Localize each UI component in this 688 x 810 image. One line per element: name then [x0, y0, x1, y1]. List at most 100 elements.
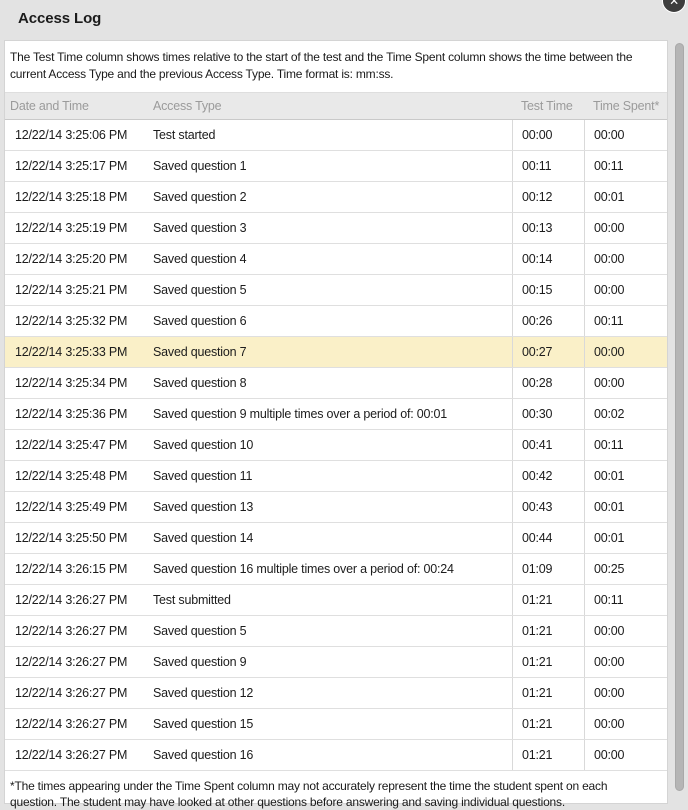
cell-time-spent: 00:11: [584, 430, 667, 460]
scrollbar-track: [668, 40, 688, 808]
table-row: 12/22/14 3:25:47 PM Saved question 10 00…: [5, 430, 667, 461]
cell-time-spent: 00:11: [584, 151, 667, 181]
close-icon: ✕: [669, 0, 679, 8]
table-row: 12/22/14 3:25:19 PM Saved question 3 00:…: [5, 213, 667, 244]
cell-time-spent: 00:00: [584, 120, 667, 150]
cell-access-type: Saved question 7: [147, 345, 512, 359]
cell-test-time: 00:43: [512, 492, 584, 522]
cell-time-spent: 00:02: [584, 399, 667, 429]
cell-date-and-time: 12/22/14 3:26:27 PM: [5, 748, 147, 762]
cell-access-type: Test started: [147, 128, 512, 142]
cell-time-spent: 00:00: [584, 616, 667, 646]
table-row: 12/22/14 3:25:36 PM Saved question 9 mul…: [5, 399, 667, 430]
table-row: 12/22/14 3:26:27 PM Saved question 15 01…: [5, 709, 667, 740]
table-row: 12/22/14 3:26:27 PM Saved question 5 01:…: [5, 616, 667, 647]
cell-date-and-time: 12/22/14 3:26:27 PM: [5, 717, 147, 731]
cell-access-type: Saved question 15: [147, 717, 512, 731]
cell-access-type: Saved question 5: [147, 283, 512, 297]
dialog-titlebar: Access Log: [0, 0, 688, 40]
cell-access-type: Saved question 11: [147, 469, 512, 483]
cell-test-time: 00:27: [512, 337, 584, 367]
cell-time-spent: 00:00: [584, 647, 667, 677]
cell-access-type: Saved question 14: [147, 531, 512, 545]
cell-test-time: 01:21: [512, 709, 584, 739]
table-row: 12/22/14 3:25:20 PM Saved question 4 00:…: [5, 244, 667, 275]
cell-time-spent: 00:11: [584, 306, 667, 336]
table-body: 12/22/14 3:25:06 PM Test started 00:00 0…: [5, 120, 667, 771]
cell-access-type: Saved question 9: [147, 655, 512, 669]
table-row: 12/22/14 3:25:48 PM Saved question 11 00…: [5, 461, 667, 492]
cell-date-and-time: 12/22/14 3:25:06 PM: [5, 128, 147, 142]
cell-date-and-time: 12/22/14 3:25:21 PM: [5, 283, 147, 297]
table-row: 12/22/14 3:26:27 PM Saved question 9 01:…: [5, 647, 667, 678]
table-row: 12/22/14 3:25:50 PM Saved question 14 00…: [5, 523, 667, 554]
cell-date-and-time: 12/22/14 3:25:18 PM: [5, 190, 147, 204]
scrollbar-thumb[interactable]: [675, 43, 684, 791]
table-row: 12/22/14 3:26:27 PM Test submitted 01:21…: [5, 585, 667, 616]
cell-time-spent: 00:00: [584, 337, 667, 367]
cell-test-time: 00:41: [512, 430, 584, 460]
cell-time-spent: 00:00: [584, 740, 667, 770]
cell-date-and-time: 12/22/14 3:25:17 PM: [5, 159, 147, 173]
table-header-row: Date and Time Access Type Test Time Time…: [5, 92, 667, 120]
cell-time-spent: 00:01: [584, 492, 667, 522]
table-row: 12/22/14 3:25:06 PM Test started 00:00 0…: [5, 120, 667, 151]
cell-test-time: 00:14: [512, 244, 584, 274]
cell-date-and-time: 12/22/14 3:25:33 PM: [5, 345, 147, 359]
access-log-panel: The Test Time column shows times relativ…: [4, 40, 668, 804]
cell-access-type: Saved question 2: [147, 190, 512, 204]
cell-date-and-time: 12/22/14 3:25:49 PM: [5, 500, 147, 514]
cell-date-and-time: 12/22/14 3:25:34 PM: [5, 376, 147, 390]
cell-access-type: Saved question 1: [147, 159, 512, 173]
cell-access-type: Test submitted: [147, 593, 512, 607]
cell-access-type: Saved question 9 multiple times over a p…: [147, 407, 512, 421]
cell-access-type: Saved question 12: [147, 686, 512, 700]
cell-test-time: 00:13: [512, 213, 584, 243]
table-row: 12/22/14 3:25:18 PM Saved question 2 00:…: [5, 182, 667, 213]
cell-test-time: 00:15: [512, 275, 584, 305]
cell-access-type: Saved question 3: [147, 221, 512, 235]
cell-date-and-time: 12/22/14 3:26:15 PM: [5, 562, 147, 576]
cell-test-time: 00:26: [512, 306, 584, 336]
cell-date-and-time: 12/22/14 3:25:50 PM: [5, 531, 147, 545]
footnote-text: *The times appearing under the Time Spen…: [5, 771, 667, 810]
cell-test-time: 01:21: [512, 616, 584, 646]
cell-date-and-time: 12/22/14 3:25:32 PM: [5, 314, 147, 328]
cell-date-and-time: 12/22/14 3:26:27 PM: [5, 686, 147, 700]
cell-time-spent: 00:00: [584, 368, 667, 398]
cell-access-type: Saved question 16: [147, 748, 512, 762]
cell-time-spent: 00:00: [584, 244, 667, 274]
cell-time-spent: 00:00: [584, 678, 667, 708]
cell-date-and-time: 12/22/14 3:25:19 PM: [5, 221, 147, 235]
dialog-title: Access Log: [18, 10, 101, 27]
cell-time-spent: 00:11: [584, 585, 667, 615]
table-row: 12/22/14 3:25:34 PM Saved question 8 00:…: [5, 368, 667, 399]
cell-time-spent: 00:00: [584, 213, 667, 243]
description-text: The Test Time column shows times relativ…: [5, 41, 667, 92]
cell-date-and-time: 12/22/14 3:25:36 PM: [5, 407, 147, 421]
table-row: 12/22/14 3:25:32 PM Saved question 6 00:…: [5, 306, 667, 337]
cell-time-spent: 00:25: [584, 554, 667, 584]
cell-access-type: Saved question 4: [147, 252, 512, 266]
cell-time-spent: 00:01: [584, 182, 667, 212]
cell-access-type: Saved question 6: [147, 314, 512, 328]
cell-time-spent: 00:01: [584, 461, 667, 491]
cell-test-time: 00:28: [512, 368, 584, 398]
cell-date-and-time: 12/22/14 3:25:20 PM: [5, 252, 147, 266]
cell-test-time: 00:30: [512, 399, 584, 429]
cell-access-type: Saved question 8: [147, 376, 512, 390]
cell-access-type: Saved question 13: [147, 500, 512, 514]
cell-date-and-time: 12/22/14 3:25:48 PM: [5, 469, 147, 483]
table-row: 12/22/14 3:26:15 PM Saved question 16 mu…: [5, 554, 667, 585]
table-row: 12/22/14 3:25:21 PM Saved question 5 00:…: [5, 275, 667, 306]
table-row: 12/22/14 3:26:27 PM Saved question 16 01…: [5, 740, 667, 771]
cell-date-and-time: 12/22/14 3:26:27 PM: [5, 624, 147, 638]
table-row: 12/22/14 3:25:49 PM Saved question 13 00…: [5, 492, 667, 523]
cell-access-type: Saved question 10: [147, 438, 512, 452]
cell-test-time: 00:11: [512, 151, 584, 181]
cell-test-time: 00:44: [512, 523, 584, 553]
cell-date-and-time: 12/22/14 3:26:27 PM: [5, 593, 147, 607]
column-header-date-and-time: Date and Time: [5, 99, 147, 113]
cell-test-time: 01:21: [512, 647, 584, 677]
column-header-test-time: Test Time: [512, 99, 584, 113]
